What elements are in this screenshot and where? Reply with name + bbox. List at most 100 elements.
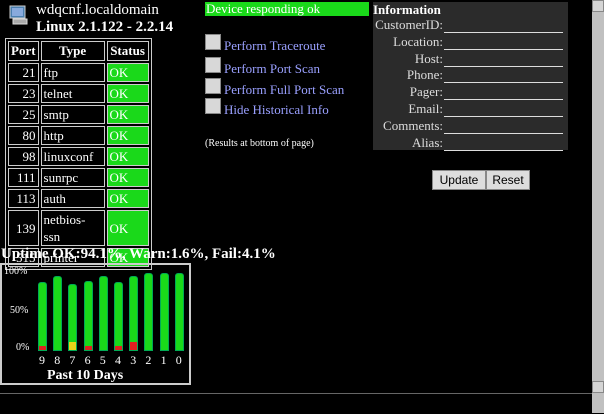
port-status: OK xyxy=(106,210,149,246)
scroll-up-icon[interactable] xyxy=(592,0,604,12)
port-number: 80 xyxy=(8,126,39,145)
port-type: telnet xyxy=(40,84,105,103)
device-status-badge: Device responding ok xyxy=(205,2,369,16)
table-row: 25 smtp OK xyxy=(8,105,149,124)
port-type: http xyxy=(40,126,105,145)
info-field-label: Pager: xyxy=(409,84,443,100)
port-status: OK xyxy=(106,189,149,208)
host-computer-icon xyxy=(9,5,30,25)
port-number: 23 xyxy=(8,84,39,103)
table-row: 113 auth OK xyxy=(8,189,149,208)
table-row: 111 sunrpc OK xyxy=(8,168,149,187)
table-row: 80 http OK xyxy=(8,126,149,145)
info-field-label: Phone: xyxy=(406,67,443,83)
y-tick-0: 0% xyxy=(16,342,30,353)
x-tick-label: 8 xyxy=(54,353,61,367)
traceroute-link[interactable]: Perform Traceroute xyxy=(205,34,325,54)
chart-caption: Past 10 Days xyxy=(47,368,124,383)
uptime-bar xyxy=(114,282,123,351)
info-field-input[interactable] xyxy=(444,149,563,151)
x-tick-label: 1 xyxy=(160,353,167,367)
full-port-scan-icon xyxy=(205,78,221,94)
port-type: ftp xyxy=(40,63,105,82)
port-table: Port Type Status 21 ftp OK 23 telnet OK 25 smtp… xyxy=(5,38,152,270)
info-row: CustomerID: xyxy=(373,17,568,34)
x-tick-label: 7 xyxy=(69,353,76,367)
table-row: 139 netbios-ssn OK xyxy=(8,210,149,246)
port-status: OK xyxy=(106,168,149,187)
hostname: wdqcnf.localdomain xyxy=(36,2,159,18)
table-row: 21 ftp OK xyxy=(8,63,149,82)
port-number: 113 xyxy=(8,189,39,208)
port-type: auth xyxy=(40,189,105,208)
update-button[interactable]: Update xyxy=(432,170,486,190)
port-type: smtp xyxy=(40,105,105,124)
x-tick-label: 9 xyxy=(39,353,45,367)
y-tick-50: 50% xyxy=(10,305,29,316)
x-tick-label: 5 xyxy=(99,353,106,367)
port-status: OK xyxy=(106,105,149,124)
history-icon xyxy=(205,98,221,114)
info-row: Alias: xyxy=(373,135,568,152)
port-status: OK xyxy=(106,147,149,166)
uptime-bar xyxy=(38,282,47,351)
table-row: 23 telnet OK xyxy=(8,84,149,103)
information-title: Information xyxy=(373,2,441,17)
port-type: linuxconf xyxy=(40,147,105,166)
info-row: Host: xyxy=(373,51,568,68)
port-scan-link[interactable]: Perform Port Scan xyxy=(205,57,320,77)
uptime-bar xyxy=(144,273,154,351)
port-status: OK xyxy=(106,84,149,103)
uptime-bar xyxy=(174,273,184,351)
info-field-label: Location: xyxy=(393,33,443,49)
y-tick-100: 100% xyxy=(4,266,28,277)
port-status: OK xyxy=(106,126,149,145)
scroll-down-icon[interactable] xyxy=(592,381,604,393)
fail-segment xyxy=(130,342,138,350)
uptime-bar xyxy=(98,276,108,351)
hide-history-link[interactable]: Hide Historical Info xyxy=(205,98,329,118)
uptime-chart: 100% 50% 0% 9876543210 Past 10 Days xyxy=(0,263,191,385)
info-row: Comments: xyxy=(373,118,568,135)
os-version: Linux 2.1.122 - 2.2.14 xyxy=(36,19,174,35)
x-tick-label: 0 xyxy=(175,353,182,367)
info-field-label: Email: xyxy=(408,101,443,116)
fail-segment xyxy=(39,346,46,350)
uptime-bar xyxy=(83,280,93,351)
vertical-scrollbar[interactable] xyxy=(592,0,604,413)
fail-segment xyxy=(84,346,92,350)
uptime-bar xyxy=(68,283,78,351)
uptime-bar xyxy=(159,273,169,351)
info-row: Email: xyxy=(373,101,568,118)
port-status: OK xyxy=(106,63,149,82)
warn-segment xyxy=(69,342,77,350)
x-tick-label: 2 xyxy=(145,353,152,367)
table-row: 98 linuxconf OK xyxy=(8,147,149,166)
port-number: 21 xyxy=(8,63,39,82)
reset-button[interactable]: Reset xyxy=(486,170,530,190)
column-header-status: Status xyxy=(106,41,149,61)
port-type: netbios-ssn xyxy=(40,210,105,246)
info-field-label: Alias: xyxy=(411,134,443,150)
port-number: 98 xyxy=(8,147,39,166)
uptime-bar xyxy=(53,276,63,351)
traceroute-icon xyxy=(205,34,221,50)
info-field-label: CustomerID: xyxy=(375,17,443,32)
info-row: Phone: xyxy=(373,67,568,84)
info-row: Pager: xyxy=(373,84,568,101)
x-tick-label: 6 xyxy=(84,353,91,367)
fail-segment xyxy=(115,346,122,350)
info-field-label: Host: xyxy=(414,50,443,66)
results-note: (Results at bottom of page) xyxy=(205,138,314,149)
port-type: sunrpc xyxy=(40,168,105,187)
port-number: 111 xyxy=(8,168,39,187)
full-port-scan-link[interactable]: Perform Full Port Scan xyxy=(205,78,344,98)
port-number: 139 xyxy=(8,210,39,246)
x-tick-label: 4 xyxy=(115,353,121,367)
info-field-label: Comments: xyxy=(383,117,443,133)
uptime-bar xyxy=(129,276,139,351)
status-bar xyxy=(0,393,604,414)
uptime-summary: Uptime OK:94.1%, Warn:1.6%, Fail:4.1% xyxy=(1,246,276,262)
port-number: 25 xyxy=(8,105,39,124)
port-scan-icon xyxy=(205,57,221,73)
